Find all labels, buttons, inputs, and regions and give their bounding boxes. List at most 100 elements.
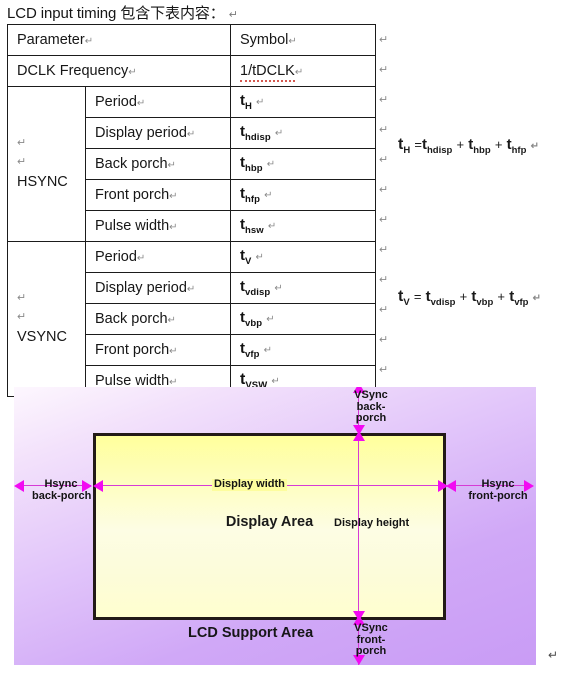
symbol-subscript: hdisp [245,132,271,143]
paragraph-mark-icon: ↵ [379,124,389,136]
symbol-th: tH [240,92,252,112]
group-pilcrow-1: ↵ [17,136,27,149]
formula-v-equals: = [413,289,422,304]
cell-symbol-v-front-porch: tvfp ↵ [230,334,376,366]
symbol-tv: tV [240,247,252,267]
hsync-back-porch-line1: Hsync [44,478,78,490]
cell-param-h-front-porch: Front porch↵ [85,179,231,211]
cell-param-h-pulse-width: Pulse width↵ [85,210,231,242]
vsync-back-porch-arrow-down [353,425,365,435]
formula-v-term3: tvfp [509,288,528,308]
formula-h-lhs: tH [398,136,411,157]
paragraph-mark-icon: ↵ [271,375,280,387]
paragraph-mark-icon: ↵ [266,314,275,325]
symbol-subscript: vfp [245,349,260,360]
cell-text: Pulse width [95,218,170,234]
paragraph-mark-icon: ↵ [256,97,265,108]
symbol-subscript: vdisp [245,287,271,298]
vsync-back-porch-line1: VSync [354,389,388,401]
formula-v-term1: tvdisp [426,288,456,308]
symbol-subscript: hfp [245,194,261,205]
formula-h-lhs-sub: H [403,145,411,157]
paragraph-mark-icon: ↵ [548,648,559,662]
page-title: LCD input timing 包含下表内容： ↵ [7,2,238,23]
cell-text: Display period [95,125,187,141]
symbol-thfp: thfp [240,185,261,205]
cell-symbol-h-display-period: thdisp ↵ [230,117,376,149]
symbol-thdisp: thdisp [240,123,271,143]
formula-v-term2: tvbp [471,288,494,308]
formula-h-term2: thbp [468,136,491,156]
hsync-front-porch-line2: front-porch [468,489,528,502]
hsync-front-porch-label: Hsync front-porch [462,478,534,502]
paragraph-mark-icon: ↵ [379,274,389,286]
symbol-subscript: V [245,256,252,267]
paragraph-mark-icon: ↵ [379,214,389,226]
paragraph-mark-icon: ↵ [136,98,146,109]
paragraph-mark-icon: ↵ [167,160,176,171]
paragraph-mark-icon: ↵ [264,190,273,201]
formula-v-plus-2: + [497,289,506,304]
hsync-front-porch-arrow-left [446,480,456,492]
paragraph-mark-icon: ↵ [379,64,389,76]
paragraph-mark-icon: ↵ [532,293,541,304]
hsync-back-porch-line2: back-porch [32,489,92,502]
symbol-thsw: thsw [240,216,264,236]
cell-symbol-dclk-frequency: 1/tDCLK↵ [230,55,376,87]
cell-group-hsync: ↵ ↵ HSYNC [7,86,86,242]
paragraph-mark-icon: ↵ [228,9,238,21]
cell-symbol-v-display-period: tvdisp ↵ [230,272,376,304]
cell-param-h-display-period: Display period↵ [85,117,231,149]
paragraph-mark-icon: ↵ [379,94,389,106]
cell-text: Period [95,249,137,265]
cell-param-dclk-frequency: DCLK Frequency↵ [7,55,231,87]
vsync-back-porch-line3: porch [355,412,387,425]
table-row: ↵ ↵ VSYNC Period↵ tV ↵ [7,241,376,397]
symbol-tvsw: tvsw [240,371,267,391]
group-label-vsync: VSYNC [17,328,67,345]
formula-v-term2-sub: vbp [476,297,494,308]
lcd-timing-table: Parameter↵ Symbol↵ DCLK Frequency↵ 1/tDC… [7,24,376,397]
paragraph-mark-icon: ↵ [263,345,272,356]
cell-symbol-v-period: tV ↵ [230,241,376,273]
hsync-front-porch-line1: Hsync [481,478,515,490]
formula-h-term2-sub: hbp [473,145,491,156]
table-row: Parameter↵ Symbol↵ [7,24,376,56]
paragraph-mark-icon: ↵ [379,154,389,166]
cell-text: DCLK Frequency [17,63,129,79]
paragraph-mark-icon: ↵ [266,159,276,170]
paragraph-mark-icon: ↵ [274,128,284,139]
vsync-front-porch-line1: VSync [354,622,388,634]
paragraph-mark-icon: ↵ [186,129,196,140]
formula-h-plus-1: + [456,137,465,152]
symbol-subscript: hsw [245,225,264,236]
paragraph-mark-icon: ↵ [169,191,178,202]
paragraph-mark-icon: ↵ [379,364,389,376]
vsync-front-porch-label: VSync front- porch [339,622,403,658]
paragraph-mark-icon: ↵ [169,346,178,357]
paragraph-mark-icon: ↵ [167,315,176,326]
paragraph-mark-icon: ↵ [136,253,146,264]
hsync-back-porch-label: Hsync back-porch [32,478,92,502]
display-height-label: Display height [334,517,410,529]
cell-text: Back porch [95,156,168,172]
display-width-label: Display width [212,478,287,491]
cell-symbol-h-front-porch: thfp ↵ [230,179,376,211]
group-pilcrow-2: ↵ [17,311,27,324]
display-width-arrow-left [93,480,103,492]
paragraph-mark-icon: ↵ [274,283,283,294]
paragraph-mark-icon: ↵ [379,304,389,316]
group-pilcrow-1: ↵ [17,291,27,304]
cell-group-vsync: ↵ ↵ VSYNC [7,241,86,397]
formula-v-term1-sub: vdisp [430,297,456,308]
formula-vertical-period: tV = tvdisp + tvbp + tvfp ↵ [398,288,541,308]
cell-param-v-period: Period↵ [85,241,231,273]
symbol-tvdisp: tvdisp [240,278,271,298]
paragraph-mark-icon: ↵ [379,184,389,196]
paragraph-mark-icon: ↵ [128,67,137,78]
table-header-parameter: Parameter↵ [7,24,231,56]
formula-v-lhs: tV [398,288,410,309]
paragraph-mark-icon: ↵ [267,221,277,232]
cell-symbol-h-pulse-width: thsw ↵ [230,210,376,242]
formula-v-lhs-sub: V [403,297,410,309]
